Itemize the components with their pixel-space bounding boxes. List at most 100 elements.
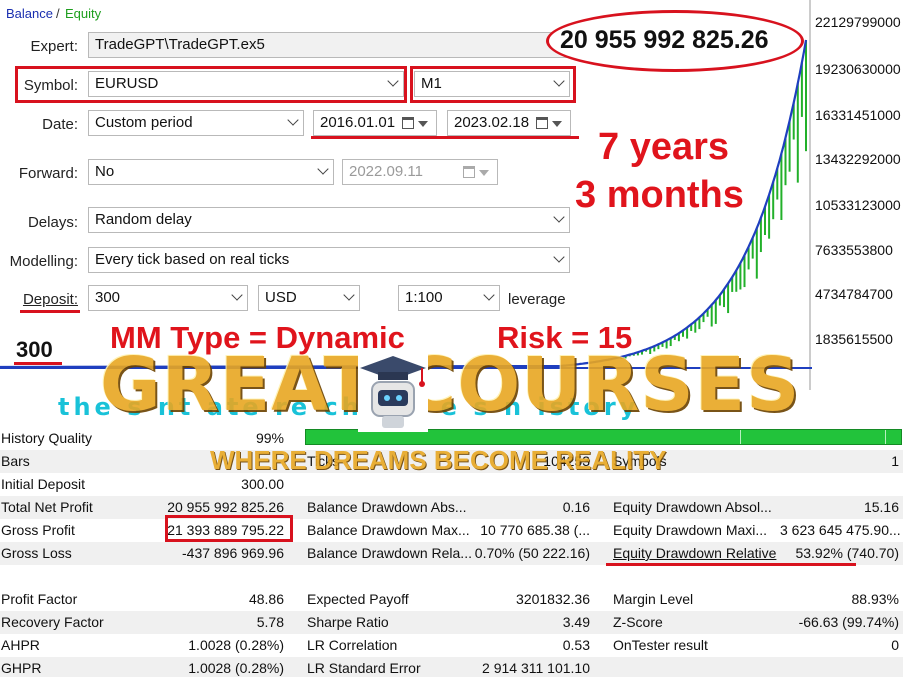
chevron-down-icon xyxy=(483,289,495,301)
tab-balance[interactable]: Balance xyxy=(6,6,53,21)
dropdown-arrow-icon xyxy=(479,170,489,176)
final-balance-annotation: 20 955 992 825.26 xyxy=(560,26,769,54)
forward-date-picker[interactable]: 2022.09.11 xyxy=(342,159,498,185)
deposit-input[interactable]: 300 xyxy=(88,285,248,311)
table-row: Recovery Factor 5.78 Sharpe Ratio 3.49 Z… xyxy=(0,611,903,634)
expert-field[interactable]: TradeGPT\TradeGPT.ex5 xyxy=(88,32,570,58)
metric-label: Balance Drawdown Max... xyxy=(307,522,470,538)
bars-label: Bars xyxy=(1,453,30,469)
metric-label: Balance Drawdown Rela... xyxy=(307,545,472,561)
metric-value: 0.70% (50 222.16) xyxy=(474,545,590,561)
metric-label: Total Net Profit xyxy=(1,499,93,515)
metric-value: 10 770 685.38 (... xyxy=(480,522,590,538)
chevron-down-icon xyxy=(317,163,329,175)
forward-label: Forward: xyxy=(18,165,78,182)
calendar-icon xyxy=(463,166,475,178)
date-label: Date: xyxy=(42,116,78,133)
metric-value: 53.92% (740.70) xyxy=(795,545,899,561)
months-annotation: 3 months xyxy=(575,174,744,216)
leverage-select[interactable]: 1:100 xyxy=(398,285,500,311)
metric-value: -66.63 (99.74%) xyxy=(798,614,899,630)
watermark-subtitle: WHERE DREAMS BECOME REALITY xyxy=(210,445,667,475)
forward-value: No xyxy=(95,163,115,180)
years-annotation: 7 years xyxy=(598,126,730,168)
expert-value: TradeGPT\TradeGPT.ex5 xyxy=(95,36,265,53)
modelling-value: Every tick based on real ticks xyxy=(95,251,290,268)
leverage-value: 1:100 xyxy=(405,289,443,306)
metric-label: Recovery Factor xyxy=(1,614,104,630)
metric-label: Expected Payoff xyxy=(307,591,409,607)
metric-label: LR Correlation xyxy=(307,637,398,653)
gross-profit-highlight-box xyxy=(165,515,293,542)
metric-label: AHPR xyxy=(1,637,40,653)
table-row: GHPR 1.0028 (0.28%) LR Standard Error 2 … xyxy=(0,657,903,677)
y-tick: 7633553800 xyxy=(815,242,893,258)
initial-deposit-label: Initial Deposit xyxy=(1,476,86,492)
delays-select[interactable]: Random delay xyxy=(88,207,570,233)
timeframe-highlight-box xyxy=(410,66,576,103)
date-from-value: 2016.01.01 xyxy=(320,114,396,131)
table-row: Gross Profit 21 393 889 795.22 Balance D… xyxy=(0,519,903,542)
chevron-down-icon xyxy=(287,114,299,126)
metric-value: 0 xyxy=(891,637,899,653)
tab-equity[interactable]: Equity xyxy=(65,6,101,21)
y-tick: 22129799000 xyxy=(815,14,901,30)
date-to-picker[interactable]: 2023.02.18 xyxy=(447,110,571,136)
metric-value: 5.78 xyxy=(256,614,284,630)
y-tick: 1835615500 xyxy=(815,331,893,347)
bar-segment xyxy=(885,430,886,444)
metric-value: 3201832.36 xyxy=(516,591,590,607)
metric-label: Sharpe Ratio xyxy=(307,614,389,630)
date-from-picker[interactable]: 2016.01.01 xyxy=(313,110,437,136)
metric-label: OnTester result xyxy=(613,637,708,653)
metric-label: Equity Drawdown Relative xyxy=(613,545,777,561)
deposit-value: 300 xyxy=(95,289,121,306)
tab-separator: / xyxy=(56,6,60,21)
watermark-title: GREAT COURSES xyxy=(100,342,801,428)
symbols-value: 1 xyxy=(891,453,899,469)
date-mode-select[interactable]: Custom period xyxy=(88,110,304,136)
history-quality-label: History Quality xyxy=(1,430,93,446)
symbol-highlight-box xyxy=(15,66,407,103)
delays-label: Delays: xyxy=(27,214,78,231)
metric-value: 48.86 xyxy=(248,591,284,607)
metric-label: GHPR xyxy=(1,660,42,676)
initial-deposit-row: Initial Deposit 300.00 xyxy=(0,473,903,496)
modelling-select[interactable]: Every tick based on real ticks xyxy=(88,247,570,273)
y-tick: 4734784700 xyxy=(815,286,893,302)
metric-label: Equity Drawdown Absol... xyxy=(613,499,772,515)
date-underline xyxy=(311,136,579,139)
modelling-label: Modelling: xyxy=(9,253,78,270)
calendar-icon xyxy=(402,117,414,129)
chevron-down-icon xyxy=(231,289,243,301)
table-row: Total Net Profit 20 955 992 825.26 Balan… xyxy=(0,496,903,519)
deposit-underline xyxy=(20,310,80,313)
metric-label: Z-Score xyxy=(613,614,663,630)
chevron-down-icon xyxy=(553,251,565,263)
currency-value: USD xyxy=(265,289,297,306)
y-tick: 19230630000 xyxy=(815,61,901,77)
start-deposit-annotation: 300 xyxy=(16,337,53,362)
metric-value: 88.93% xyxy=(851,591,899,607)
start-deposit-underline xyxy=(14,362,62,365)
y-tick: 16331451000 xyxy=(815,107,901,123)
table-row: AHPR 1.0028 (0.28%) LR Correlation 0.53 … xyxy=(0,634,903,657)
initial-deposit-value: 300.00 xyxy=(241,476,284,492)
equity-drawdown-underline xyxy=(606,563,856,566)
graduation-robot-icon xyxy=(358,352,428,432)
forward-select[interactable]: No xyxy=(88,159,334,185)
dropdown-arrow-icon xyxy=(552,121,562,127)
currency-select[interactable]: USD xyxy=(258,285,360,311)
chevron-down-icon xyxy=(553,211,565,223)
metric-value: 2 914 311 101.10 xyxy=(482,660,590,676)
metric-label: LR Standard Error xyxy=(307,660,421,676)
dropdown-arrow-icon xyxy=(418,121,428,127)
metric-value: 3 623 645 475.90... xyxy=(780,522,901,538)
metric-label: Balance Drawdown Abs... xyxy=(307,499,467,515)
metric-value: 3.49 xyxy=(562,614,590,630)
table-row: Profit Factor 48.86 Expected Payoff 3201… xyxy=(0,588,903,611)
date-mode-value: Custom period xyxy=(95,114,193,131)
y-tick: 10533123000 xyxy=(815,197,901,213)
metric-label: Gross Loss xyxy=(1,545,72,561)
leverage-label: leverage xyxy=(508,291,566,308)
